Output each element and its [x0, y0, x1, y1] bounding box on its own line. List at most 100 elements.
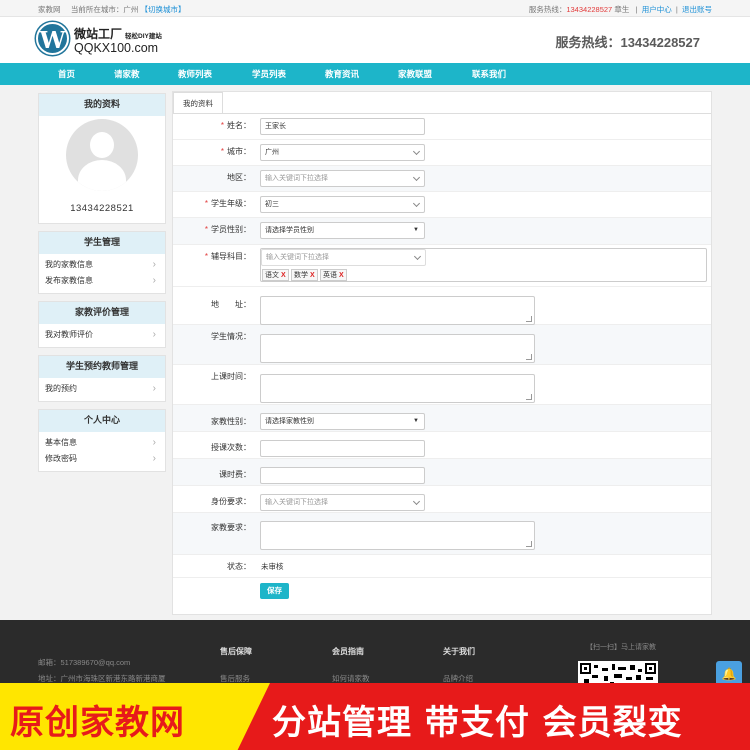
- row-subjects: * 辅导科目： 输入关键词下拉选择 语文 X 数学 X 英语 X: [173, 245, 711, 287]
- grade-select[interactable]: 初三: [260, 196, 425, 213]
- logout-link[interactable]: 退出账号: [682, 5, 712, 14]
- row-requirement: 家教要求：: [173, 513, 711, 555]
- teacher-gender-select[interactable]: 请选择家教性别 ▼: [260, 413, 425, 430]
- identity-label: 身份要求：: [211, 497, 251, 506]
- tab-my-profile[interactable]: 我的资料: [173, 92, 223, 114]
- main-nav: 首页 请家教 教师列表 学员列表 教育资讯 家教联盟 联系我们: [0, 63, 750, 85]
- row-situation: 学生情况：: [173, 325, 711, 365]
- group-title: 学生预约教师管理: [39, 356, 165, 378]
- nav-tutor-alliance[interactable]: 家教联盟: [398, 68, 432, 80]
- sidebar-item-my-reviews[interactable]: 我对教师评价: [39, 327, 165, 343]
- group-title: 家教评价管理: [39, 302, 165, 324]
- row-grade: * 学生年级： 初三: [173, 192, 711, 218]
- logo-title: 微站工厂 轻松DIY建站: [74, 25, 162, 42]
- row-lesson-count: 授课次数：: [173, 432, 711, 459]
- sidebar-item-post-tutor-info[interactable]: 发布家教信息: [39, 273, 165, 289]
- logo-domain: QQKX100.com: [74, 41, 159, 55]
- address-textarea[interactable]: [260, 296, 535, 325]
- wordpress-logo-icon[interactable]: W: [36, 22, 69, 55]
- city-select[interactable]: 广州: [260, 144, 425, 161]
- remove-tag-button[interactable]: X: [339, 272, 344, 279]
- row-city: * 城市： 广州: [173, 140, 711, 166]
- class-time-textarea[interactable]: [260, 374, 535, 403]
- lesson-count-input[interactable]: [260, 440, 425, 457]
- footer-email: 邮箱：517389670@qq.com: [38, 658, 131, 667]
- avatar: [66, 119, 138, 191]
- teacher-gender-label: 家教性别：: [211, 417, 251, 426]
- fee-label: 课时费：: [219, 470, 251, 479]
- fee-input[interactable]: [260, 467, 425, 484]
- lesson-count-label: 授课次数：: [211, 443, 251, 452]
- subject-tag: 数学 X: [291, 269, 318, 281]
- nav-contact[interactable]: 联系我们: [472, 68, 506, 80]
- identity-placeholder: 输入关键词下拉选择: [265, 499, 328, 506]
- subject-tag-label: 语文: [265, 272, 279, 279]
- logo-slogan: 轻松DIY建站: [125, 33, 162, 40]
- current-city: 广州: [123, 5, 139, 14]
- row-address: 地 址：: [173, 287, 711, 325]
- sidebar: 我的资料 13434228521 学生管理 我的家教信息 发布家教信息 家教评价…: [38, 93, 166, 479]
- nav-teacher-list[interactable]: 教师列表: [178, 68, 212, 80]
- row-teacher-gender: 家教性别： 请选择家教性别 ▼: [173, 405, 711, 432]
- subjects-placeholder: 输入关键词下拉选择: [266, 254, 329, 261]
- switch-city-link[interactable]: 【切换城市】: [141, 5, 186, 14]
- student-management-box: 学生管理 我的家教信息 发布家教信息: [38, 231, 166, 294]
- requirement-textarea[interactable]: [260, 521, 535, 550]
- row-class-time: 上课时间：: [173, 365, 711, 405]
- row-student-gender: * 学员性别： 请选择学员性别 ▼: [173, 218, 711, 245]
- row-area: 地区： 输入关键词下拉选择: [173, 166, 711, 192]
- remove-tag-button[interactable]: X: [310, 272, 315, 279]
- banner-right-text: 分站管理 带支付 会员裂变: [272, 703, 683, 743]
- group-title: 个人中心: [39, 410, 165, 432]
- student-gender-label: 学员性别：: [211, 225, 251, 234]
- subjects-search[interactable]: 输入关键词下拉选择: [261, 249, 426, 266]
- banner-left-text: 原创家教网: [10, 703, 185, 743]
- subjects-multiselect[interactable]: 输入关键词下拉选择 语文 X 数学 X 英语 X: [260, 248, 707, 282]
- class-time-label: 上课时间：: [211, 372, 251, 381]
- footer-col-about: 关于我们: [443, 647, 475, 656]
- area-select[interactable]: 输入关键词下拉选择: [260, 170, 425, 187]
- status-value: 未审核: [261, 562, 284, 571]
- nav-student-list[interactable]: 学员列表: [252, 68, 286, 80]
- nav-education-news[interactable]: 教育资讯: [325, 68, 359, 80]
- group-title: 学生管理: [39, 232, 165, 254]
- header: W 微站工厂 轻松DIY建站 QQKX100.com 服务热线：134342285…: [0, 17, 750, 63]
- dropdown-arrow-icon: ▼: [413, 227, 419, 233]
- user-center-link[interactable]: 用户中心: [642, 5, 672, 14]
- area-label: 地区：: [227, 173, 251, 182]
- hotline-label: 服务热线：: [555, 35, 621, 50]
- chevron-down-icon: [412, 173, 421, 182]
- site-name: 家教网: [38, 5, 61, 14]
- situation-textarea[interactable]: [260, 334, 535, 363]
- area-placeholder: 输入关键词下拉选择: [265, 175, 328, 182]
- profile-form-panel: 我的资料 * 姓名： 王家长 * 城市： 广州 地区： 输入关键词下拉选择 * 学生年…: [172, 91, 712, 615]
- top-bar-left: 家教网 当前所在城市：广州 【切换城市】: [38, 4, 186, 15]
- city-prefix: 当前所在城市：: [70, 5, 124, 14]
- row-identity: 身份要求： 输入关键词下拉选择: [173, 486, 711, 513]
- student-gender-select[interactable]: 请选择学员性别 ▼: [260, 222, 425, 239]
- nav-request-tutor[interactable]: 请家教: [114, 68, 140, 80]
- top-bar: 家教网 当前所在城市：广州 【切换城市】 服务热线：13434228527 章生…: [0, 0, 750, 17]
- sidebar-item-basic-info[interactable]: 基本信息: [39, 435, 165, 451]
- sidebar-item-my-appointments[interactable]: 我的预约: [39, 381, 165, 397]
- row-status: 状态： 未审核: [173, 555, 711, 578]
- promo-banner: 原创家教网 分站管理 带支付 会员裂变: [0, 683, 750, 750]
- qr-caption: 【扫一扫】马上请家教: [586, 644, 656, 651]
- teacher-gender-value: 请选择家教性别: [265, 418, 314, 425]
- nav-home[interactable]: 首页: [58, 68, 75, 80]
- name-label: 姓名：: [227, 121, 251, 130]
- remove-tag-button[interactable]: X: [281, 272, 286, 279]
- sidebar-item-change-password[interactable]: 修改密码: [39, 451, 165, 467]
- profile-phone: 13434228521: [70, 203, 134, 214]
- chevron-down-icon: [412, 147, 421, 156]
- subject-tag-label: 英语: [323, 272, 337, 279]
- chevron-down-icon: [412, 199, 421, 208]
- student-gender-value: 请选择学员性别: [265, 227, 314, 234]
- footer-col-member-guide: 会员指南: [332, 647, 364, 656]
- identity-select[interactable]: 输入关键词下拉选择: [260, 494, 425, 511]
- save-button[interactable]: 保存: [260, 583, 289, 599]
- subject-tag-label: 数学: [294, 272, 308, 279]
- name-input[interactable]: 王家长: [260, 118, 425, 135]
- city-value: 广州: [265, 149, 279, 156]
- sidebar-item-my-tutor-info[interactable]: 我的家教信息: [39, 257, 165, 273]
